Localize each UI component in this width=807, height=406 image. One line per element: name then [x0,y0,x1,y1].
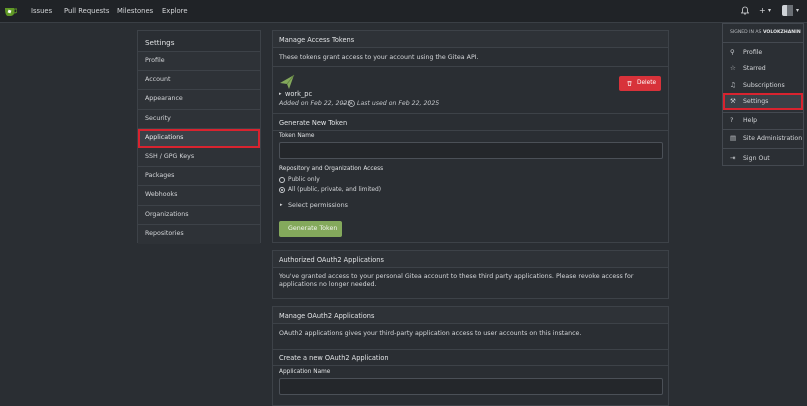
dropdown-item-starred[interactable]: ☆ Starred [723,61,803,76]
signed-in-as: SIGNED IN AS VOLOKZHANIN [730,30,801,35]
radio-all[interactable] [279,187,285,193]
dropdown-item-site-administration[interactable]: ▤ Site Administration [723,131,803,146]
dropdown-site-admin-label: Site Administration [743,135,803,142]
clock-icon [348,100,355,107]
plus-icon[interactable]: + [759,6,766,15]
signed-in-prefix: SIGNED IN AS [730,30,762,35]
token-last-used: Last used on Feb 22, 2025 [357,100,440,107]
select-permissions-toggle[interactable]: Select permissions [288,201,348,209]
create-oauth-heading: Create a new OAuth2 Application [279,354,389,362]
trash-icon [627,81,632,86]
sidebar-item-profile[interactable]: Profile [138,52,260,72]
sidebar-item-appearance[interactable]: Appearance [138,90,260,110]
token-name-label: Token Name [279,133,315,139]
star-icon: ☆ [730,64,736,72]
avatar[interactable] [782,5,793,16]
token-separator: — [341,100,348,107]
nav-pull-requests[interactable]: Pull Requests [64,7,109,15]
settings-title: Settings [138,31,260,52]
dropdown-starred-label: Starred [743,65,766,72]
server-icon: ▤ [730,134,737,142]
dropdown-item-settings[interactable]: ⚒ Settings [723,93,803,110]
delete-label: Delete [637,80,657,86]
access-tokens-header: Manage Access Tokens [273,31,668,48]
sidebar-item-repositories[interactable]: Repositories [138,224,260,244]
gitea-logo-icon[interactable] [5,6,17,16]
application-name-input[interactable] [279,378,663,395]
token-expand-icon[interactable]: ▸ [279,91,282,97]
select-permissions-caret-icon[interactable]: ▸ [280,202,283,208]
sidebar-item-applications[interactable]: Applications [138,128,260,148]
dropdown-item-profile[interactable]: ⚲ Profile [723,45,803,60]
manage-oauth-description: OAuth2 applications gives your third-par… [279,330,582,337]
person-icon: ⚲ [730,48,735,56]
token-name: work_pc [285,90,313,98]
generate-token-button[interactable]: Generate Token [279,221,342,237]
sidebar-item-account[interactable]: Account [138,71,260,91]
sidebar-item-organizations[interactable]: Organizations [138,205,260,225]
dropdown-item-sign-out[interactable]: ⇥ Sign Out [723,151,803,166]
top-navbar: Issues Pull Requests Milestones Explore … [0,0,807,23]
token-send-icon [280,74,295,89]
nav-milestones[interactable]: Milestones [117,7,153,15]
manage-oauth-panel: Manage OAuth2 Applications OAuth2 applic… [272,306,669,406]
bell-icon[interactable] [741,6,749,15]
dropdown-item-help[interactable]: ? Help [723,113,803,128]
radio-all-label[interactable]: All (public, private, and limited) [288,187,381,193]
nav-explore[interactable]: Explore [162,7,188,15]
settings-sidebar: Settings Profile Account Appearance Secu… [137,30,261,244]
sidebar-item-packages[interactable]: Packages [138,167,260,187]
manage-oauth-header: Manage OAuth2 Applications [273,307,668,324]
authorized-oauth-header: Authorized OAuth2 Applications [273,251,668,268]
repo-access-label: Repository and Organization Access [279,166,384,172]
dropdown-profile-label: Profile [743,49,763,56]
dropdown-sign-out-label: Sign Out [743,155,770,162]
dropdown-help-label: Help [743,117,758,124]
radio-public-only[interactable] [279,177,285,183]
radio-public-only-label[interactable]: Public only [288,177,320,183]
chevron-down-icon[interactable]: ▾ [768,7,771,14]
tools-icon: ⚒ [730,97,736,105]
authorized-oauth-panel: Authorized OAuth2 Applications You've gr… [272,250,669,299]
sidebar-item-ssh-gpg-keys[interactable]: SSH / GPG Keys [138,147,260,168]
help-circle-icon: ? [730,116,734,124]
authorized-oauth-description: You've granted access to your personal G… [279,273,634,288]
dropdown-settings-label: Settings [743,98,769,105]
sign-out-icon: ⇥ [730,154,736,162]
sidebar-item-webhooks[interactable]: Webhooks [138,186,260,206]
user-dropdown-menu: SIGNED IN AS VOLOKZHANIN ⚲ Profile ☆ Sta… [722,23,804,166]
generate-token-heading: Generate New Token [279,119,348,127]
token-name-input[interactable] [279,142,663,159]
avatar-chevron-down-icon[interactable]: ▾ [796,7,799,14]
nav-issues[interactable]: Issues [31,7,52,15]
dropdown-item-subscriptions[interactable]: ♫ Subscriptions [723,78,803,93]
delete-token-button[interactable]: Delete [619,76,661,91]
dropdown-subscriptions-label: Subscriptions [743,82,785,89]
sidebar-item-security[interactable]: Security [138,109,260,129]
application-name-label: Application Name [279,369,331,375]
access-tokens-description: These tokens grant access to your accoun… [279,54,479,61]
bell-icon: ♫ [730,81,736,89]
signed-in-username: VOLOKZHANIN [762,30,801,35]
access-tokens-panel: Manage Access Tokens These tokens grant … [272,30,669,243]
